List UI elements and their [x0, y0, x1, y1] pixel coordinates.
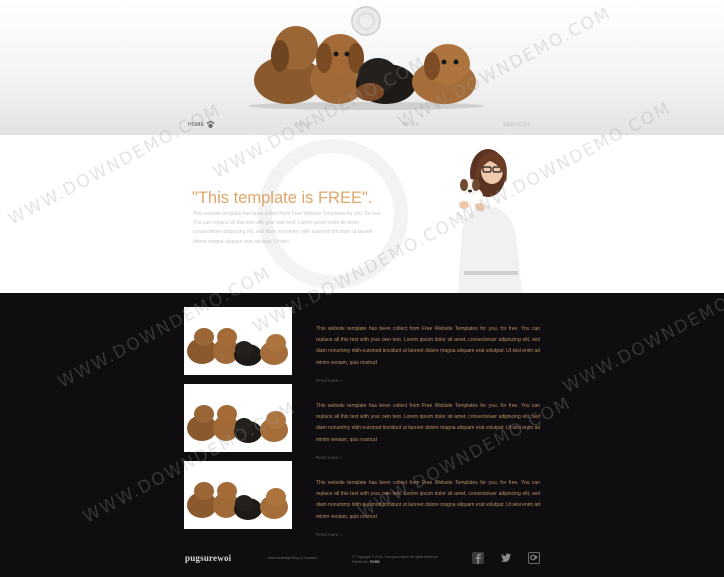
woman-holding-puppy-image — [458, 149, 522, 293]
content-section: This website template has been collect f… — [0, 293, 724, 577]
article-text: This website template has been collect f… — [316, 326, 541, 366]
footer-copyright: © Copyright © 2011. Company name all rig… — [352, 555, 452, 565]
nav-item-news[interactable]: NEWS — [403, 122, 419, 128]
nav-item-services[interactable]: SERVICES — [503, 122, 531, 128]
twitter-icon[interactable] — [500, 552, 512, 564]
puppies-banner-image — [248, 26, 484, 110]
site-header: HOME ABOUT NEWS SERVICES — [0, 0, 724, 135]
site-footer: pugsurewoi www.fulldesign.Blog & Service… — [0, 540, 724, 577]
nav-item-home[interactable]: HOME — [188, 122, 204, 128]
read-more-link[interactable]: Read more » — [316, 378, 342, 383]
footer-credit: www.fulldesign.Blog & Services — [268, 556, 317, 560]
footer-brand-logo[interactable]: pugsurewoi — [185, 553, 231, 563]
article-row-1: This website template has been collect f… — [0, 307, 724, 385]
puppies-thumbnail-2[interactable] — [184, 384, 292, 452]
read-more-link[interactable]: Read more » — [316, 532, 342, 537]
article-row-2: This website template has been collect f… — [0, 384, 724, 462]
designed-name[interactable]: FDBB — [370, 560, 380, 564]
puppies-thumbnail-1[interactable] — [184, 307, 292, 375]
facebook-icon[interactable] — [472, 552, 484, 564]
hero-title: "This template is FREE". — [192, 189, 373, 208]
read-more-link[interactable]: Read more » — [316, 455, 342, 460]
hero-text: This website template has been collect f… — [193, 211, 383, 245]
nav-item-about[interactable]: ABOUT — [295, 122, 314, 128]
puppies-thumbnail-3[interactable] — [184, 461, 292, 529]
article-text: This website template has been collect f… — [316, 480, 541, 520]
paw-icon — [206, 120, 215, 129]
article-row-3: This website template has been collect f… — [0, 461, 724, 539]
designed-label: Follow Me: — [352, 560, 369, 564]
copyright-text: © Copyright © 2011. Company name all rig… — [352, 555, 438, 559]
main-navigation: HOME ABOUT NEWS SERVICES — [0, 118, 724, 135]
google-plus-icon[interactable] — [528, 552, 540, 564]
hero-section: "This template is FREE". This website te… — [0, 135, 724, 293]
article-text: This website template has been collect f… — [316, 403, 541, 443]
